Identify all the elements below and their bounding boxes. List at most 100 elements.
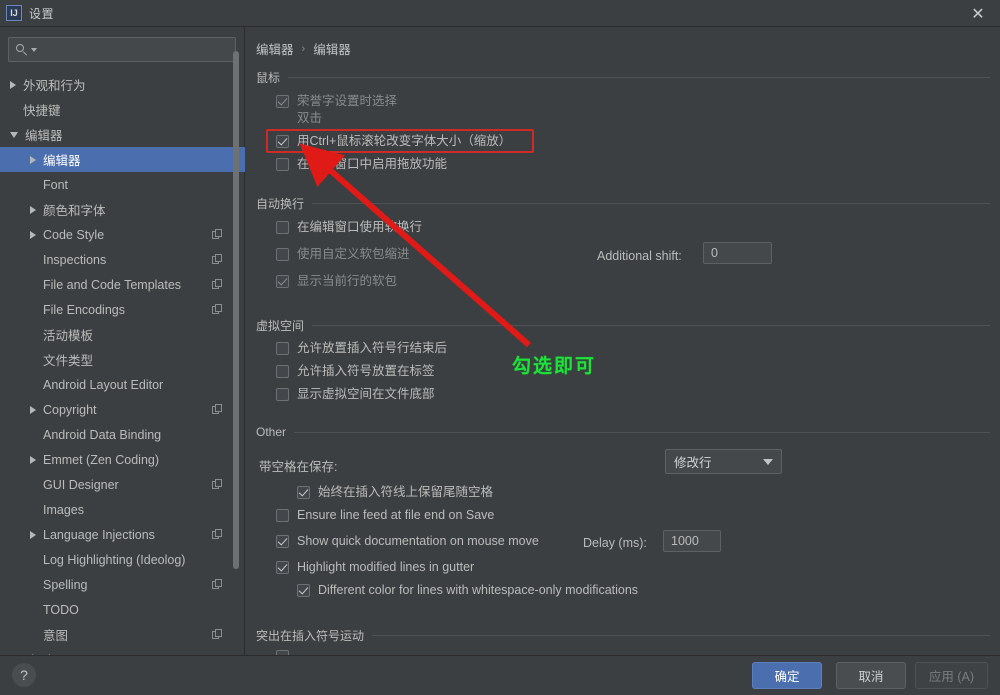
- search-input[interactable]: [42, 42, 235, 57]
- checkbox-label: 显示虚拟空间在文件底部: [297, 387, 435, 401]
- additional-shift-input[interactable]: 0: [703, 242, 772, 264]
- checkbox-row-honorific-select[interactable]: 荣誉字设置时选择: [276, 94, 397, 109]
- checkbox-label: Ensure line feed at file end on Save: [297, 508, 495, 522]
- sidebar-scrollbar[interactable]: [233, 29, 239, 629]
- sidebar-item-12[interactable]: Android Layout Editor: [0, 372, 245, 397]
- checkbox-row-virtualspace-at-file-bottom[interactable]: 显示虚拟空间在文件底部: [276, 387, 435, 402]
- checkbox-row-enable-dnd[interactable]: 在编辑窗口中启用拖放功能: [276, 157, 447, 172]
- sidebar-item-17[interactable]: Images: [0, 497, 245, 522]
- copy-settings-icon: [212, 479, 223, 490]
- sidebar-item-16[interactable]: GUI Designer: [0, 472, 245, 497]
- sidebar-item-14[interactable]: Android Data Binding: [0, 422, 245, 447]
- checkbox-show-softwrap-current-line[interactable]: [276, 275, 289, 288]
- sidebar-item-label: File Encodings: [43, 302, 125, 317]
- breadcrumb: 编辑器 › 编辑器: [256, 39, 351, 58]
- delay-input[interactable]: 1000: [663, 530, 721, 552]
- checkbox-custom-soft-wrap-indent[interactable]: [276, 248, 289, 261]
- settings-tree[interactable]: 外观和行为 快捷键 编辑器 编辑器 Font 颜色和字体 Code Style Inspect…: [0, 72, 245, 682]
- sidebar-item-0[interactable]: 外观和行为: [0, 72, 245, 97]
- checkbox-row-quick-doc-on-mouse-move[interactable]: Show quick documentation on mouse move: [276, 534, 539, 549]
- checkbox-honorific-select[interactable]: [276, 95, 289, 108]
- sidebar-item-label: TODO: [43, 602, 79, 617]
- additional-shift-label: Additional shift:: [597, 249, 682, 263]
- sidebar-item-6[interactable]: Code Style: [0, 222, 245, 247]
- sidebar-item-label: 编辑器: [43, 154, 81, 168]
- copy-settings-icon: [212, 254, 223, 265]
- sidebar-item-1[interactable]: 快捷键: [0, 97, 245, 122]
- sidebar-item-label: Font: [43, 177, 69, 192]
- sidebar-item-19[interactable]: Log Highlighting (Ideolog): [0, 547, 245, 572]
- dialog-footer: ? 确定 取消 应用 (A): [0, 655, 1000, 695]
- sidebar-item-7[interactable]: Inspections: [0, 247, 245, 272]
- search-box[interactable]: [8, 37, 236, 62]
- checkbox-row-keep-trailing-spaces-on-caret[interactable]: 始终在插入符线上保留尾随空格: [297, 485, 493, 500]
- help-icon[interactable]: ?: [12, 663, 36, 687]
- chevron-right-icon[interactable]: [30, 155, 36, 164]
- checkbox-row-ensure-line-feed[interactable]: Ensure line feed at file end on Save: [276, 508, 494, 523]
- checkbox-quick-doc-on-mouse-move[interactable]: [276, 535, 289, 548]
- sidebar-item-18[interactable]: Language Injections: [0, 522, 245, 547]
- chevron-right-icon[interactable]: [10, 80, 16, 89]
- checkbox-caret-inside-tabs[interactable]: [276, 365, 289, 378]
- checkbox-enable-dnd[interactable]: [276, 158, 289, 171]
- checkbox-use-soft-wrap[interactable]: [276, 221, 289, 234]
- title-bar: IJ 设置 ✕: [0, 0, 1000, 27]
- apply-button[interactable]: 应用 (A): [915, 662, 988, 689]
- close-icon[interactable]: ✕: [956, 0, 1000, 27]
- checkbox-caret-after-line-end[interactable]: [276, 342, 289, 355]
- strip-spaces-dropdown[interactable]: 修改行: [665, 449, 782, 474]
- chevron-right-icon[interactable]: [30, 205, 36, 214]
- sidebar-item-label: GUI Designer: [43, 477, 119, 492]
- chevron-down-icon: [763, 458, 773, 465]
- intellij-idea-icon: IJ: [6, 5, 22, 21]
- breadcrumb-root[interactable]: 编辑器: [256, 39, 294, 58]
- sidebar-item-13[interactable]: Copyright: [0, 397, 245, 422]
- copy-settings-icon: [212, 629, 223, 640]
- checkbox-row-highlight-modified-lines[interactable]: Highlight modified lines in gutter: [276, 560, 474, 575]
- chevron-right-icon[interactable]: [30, 530, 36, 539]
- sidebar-item-21[interactable]: TODO: [0, 597, 245, 622]
- checkbox-ctrl-wheel-zoom[interactable]: [276, 135, 289, 148]
- chevron-down-icon[interactable]: [31, 47, 37, 52]
- sidebar-item-22[interactable]: 意图: [0, 622, 245, 647]
- group-header-other: Other: [256, 425, 990, 439]
- checkbox-row-use-soft-wrap[interactable]: 在编辑窗口使用软换行: [276, 220, 422, 235]
- chevron-right-icon[interactable]: [30, 230, 36, 239]
- sidebar-item-2[interactable]: 编辑器: [0, 122, 245, 147]
- sidebar-item-5[interactable]: 颜色和字体: [0, 197, 245, 222]
- checkbox-row-different-color-whitespace[interactable]: Different color for lines with whitespac…: [297, 583, 638, 598]
- cancel-button[interactable]: 取消: [836, 662, 906, 689]
- sidebar-item-label: Emmet (Zen Coding): [43, 452, 160, 467]
- sidebar-item-20[interactable]: Spelling: [0, 572, 245, 597]
- checkbox-virtualspace-at-file-bottom[interactable]: [276, 388, 289, 401]
- checkbox-row-show-softwrap-current-line[interactable]: 显示当前行的软包: [276, 274, 397, 289]
- chevron-right-icon[interactable]: [30, 455, 36, 464]
- sidebar-item-label: Android Data Binding: [43, 427, 162, 442]
- sidebar-item-9[interactable]: File Encodings: [0, 297, 245, 322]
- window-title: 设置: [29, 6, 55, 21]
- checkbox-row-caret-inside-tabs[interactable]: 允许插入符号放置在标签: [276, 364, 435, 379]
- sidebar-item-15[interactable]: Emmet (Zen Coding): [0, 447, 245, 472]
- sidebar-scrollbar-thumb[interactable]: [233, 51, 239, 569]
- group-divider: [312, 325, 990, 326]
- checkbox-ensure-line-feed[interactable]: [276, 509, 289, 522]
- ok-button[interactable]: 确定: [752, 662, 822, 689]
- chevron-down-icon[interactable]: [10, 131, 18, 138]
- chevron-right-icon[interactable]: [30, 405, 36, 414]
- sidebar-item-3[interactable]: 编辑器: [0, 147, 245, 172]
- sidebar-item-label: 外观和行为: [23, 79, 86, 93]
- checkbox-row-caret-after-line-end[interactable]: 允许放置插入符号行结束后: [276, 341, 447, 356]
- checkbox-row-custom-soft-wrap-indent[interactable]: 使用自定义软包缩进: [276, 247, 410, 262]
- checkbox-row-ctrl-wheel-zoom[interactable]: 用Ctrl+鼠标滚轮改变字体大小（缩放）: [276, 134, 511, 149]
- breadcrumb-leaf: 编辑器: [313, 43, 351, 57]
- group-header-wordwrap: 自动换行: [256, 195, 990, 212]
- checkbox-highlight-modified-lines[interactable]: [276, 561, 289, 574]
- sidebar-item-label: Images: [43, 502, 84, 517]
- sidebar-item-10[interactable]: 活动模板: [0, 322, 245, 347]
- group-divider: [294, 431, 990, 433]
- sidebar-item-11[interactable]: 文件类型: [0, 347, 245, 372]
- checkbox-different-color-whitespace[interactable]: [297, 584, 310, 597]
- checkbox-keep-trailing-spaces-on-caret[interactable]: [297, 486, 310, 499]
- sidebar-item-8[interactable]: File and Code Templates: [0, 272, 245, 297]
- sidebar-item-4[interactable]: Font: [0, 172, 245, 197]
